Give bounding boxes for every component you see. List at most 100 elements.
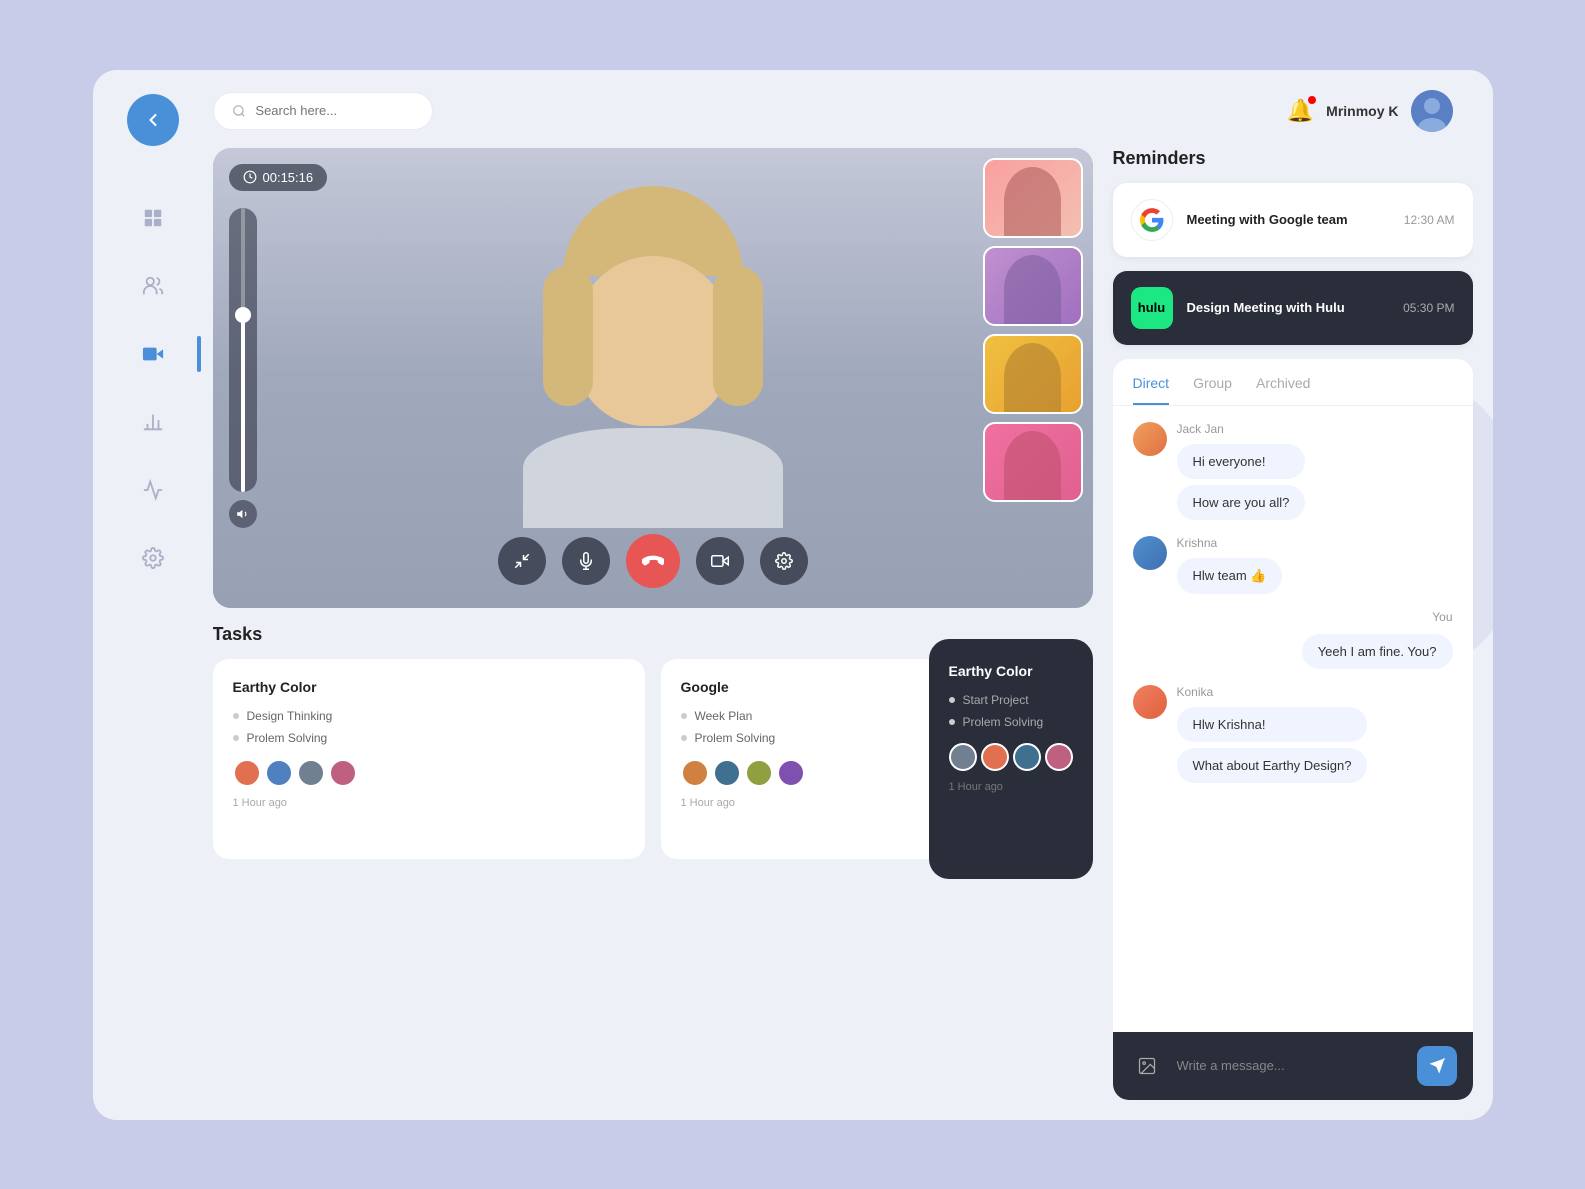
camera-button[interactable]: [696, 537, 744, 585]
task-avatar: [777, 759, 805, 787]
sidebar-item-settings[interactable]: [133, 538, 173, 578]
user-profile: 🔔 Mrinmoy K: [1287, 90, 1453, 132]
volume-icon[interactable]: [229, 500, 257, 528]
thumbnail-1[interactable]: [983, 158, 1083, 238]
reminder-hulu-info: Design Meeting with Hulu: [1187, 300, 1390, 315]
chat-section: Direct Group Archived Jack Jan: [1113, 359, 1473, 1100]
google-logo: [1131, 199, 1173, 241]
sidebar-item-dashboard[interactable]: [133, 198, 173, 238]
message-group-konika: Konika Hlw Krishna! What about Earthy De…: [1133, 685, 1453, 783]
video-person-figure: [483, 186, 823, 528]
app-container: 🔔 Mrinmoy K: [93, 70, 1493, 1120]
search-icon: [232, 103, 246, 119]
task-avatar: [297, 759, 325, 787]
task-avatar: [681, 759, 709, 787]
message-row-krishna: Krishna Hlw team 👍: [1133, 536, 1453, 594]
message-row-konika: Konika Hlw Krishna! What about Earthy De…: [1133, 685, 1453, 783]
task-card-3-avatars: [949, 743, 1073, 771]
hulu-logo: hulu: [1131, 287, 1173, 329]
timer-badge: 00:15:16: [229, 164, 328, 191]
settings-button[interactable]: [760, 537, 808, 585]
task-card-3-items: Start Project Prolem Solving: [949, 693, 1073, 729]
tab-direct[interactable]: Direct: [1133, 375, 1170, 405]
reminder-google[interactable]: Meeting with Google team 12:30 AM: [1113, 183, 1473, 257]
message-input[interactable]: [1177, 1058, 1405, 1073]
tab-group[interactable]: Group: [1193, 375, 1232, 405]
end-call-button[interactable]: [626, 534, 680, 588]
message-group-jackjan: Jack Jan Hi everyone! How are you all?: [1133, 422, 1453, 520]
back-button[interactable]: [127, 94, 179, 146]
volume-control[interactable]: [229, 208, 257, 528]
reminder-google-time: 12:30 AM: [1404, 213, 1455, 227]
task-avatar: [233, 759, 261, 787]
bubbles-konika: Hlw Krishna! What about Earthy Design?: [1177, 707, 1368, 783]
sidebar-item-video[interactable]: [133, 334, 173, 374]
thumbnail-3[interactable]: [983, 334, 1083, 414]
thumbnail-4[interactable]: [983, 422, 1083, 502]
task-card-1-avatars: [233, 759, 625, 787]
message-group-you: You Yeeh I am fine. You?: [1133, 610, 1453, 669]
notification-bell-button[interactable]: 🔔: [1287, 98, 1314, 124]
face: [573, 256, 733, 426]
sender-jackjan: Jack Jan: [1177, 422, 1306, 436]
reminder-hulu-time: 05:30 PM: [1403, 301, 1454, 315]
mic-button[interactable]: [562, 537, 610, 585]
timer-display: 00:15:16: [263, 170, 314, 185]
clock-icon: [243, 170, 257, 184]
task-avatar: [1045, 743, 1073, 771]
sender-konika: Konika: [1177, 685, 1368, 699]
message-input-area: [1113, 1032, 1473, 1100]
task-card-3[interactable]: Earthy Color Start Project Prolem Solvin…: [929, 639, 1093, 879]
image-attach-button[interactable]: [1129, 1048, 1165, 1084]
volume-handle[interactable]: [235, 307, 251, 323]
reminder-google-info: Meeting with Google team: [1187, 212, 1390, 227]
hair-right: [713, 266, 763, 406]
task-card-1-time: 1 Hour ago: [233, 797, 625, 809]
hair-left: [543, 266, 593, 406]
sidebar-item-chart-bar[interactable]: [133, 402, 173, 442]
tasks-section: Tasks Earthy Color Design Thinking Prole…: [213, 624, 1093, 1100]
bubble: How are you all?: [1177, 485, 1306, 520]
sidebar-item-users[interactable]: [133, 266, 173, 306]
left-panel: 00:15:16: [213, 148, 1093, 1100]
volume-slider[interactable]: [229, 208, 257, 492]
task-avatar: [265, 759, 293, 787]
task-card-1[interactable]: Earthy Color Design Thinking Prolem Solv…: [213, 659, 645, 859]
sender-krishna: Krishna: [1177, 536, 1283, 550]
task-avatar: [745, 759, 773, 787]
volume-fill: [241, 321, 245, 491]
send-button[interactable]: [1417, 1046, 1457, 1086]
reminder-google-title: Meeting with Google team: [1187, 212, 1390, 227]
chat-messages: Jack Jan Hi everyone! How are you all?: [1113, 406, 1473, 1032]
avatar-jackjan: [1133, 422, 1167, 456]
reminder-hulu-title: Design Meeting with Hulu: [1187, 300, 1390, 315]
task-card-3-title: Earthy Color: [949, 663, 1073, 679]
sidebar-nav: [133, 198, 173, 1096]
thumbnail-2[interactable]: [983, 246, 1083, 326]
chat-tabs: Direct Group Archived: [1113, 359, 1473, 406]
bubble: Hlw team 👍: [1177, 558, 1283, 594]
search-bar[interactable]: [213, 92, 433, 130]
avatar-konika: [1133, 685, 1167, 719]
compress-button[interactable]: [498, 537, 546, 585]
task-avatar: [981, 743, 1009, 771]
task-item: Start Project: [949, 693, 1073, 707]
bubble: Hlw Krishna!: [1177, 707, 1368, 742]
bubbles-krishna: Hlw team 👍: [1177, 558, 1283, 594]
you-label: You: [1432, 610, 1452, 624]
reminder-hulu[interactable]: hulu Design Meeting with Hulu 05:30 PM: [1113, 271, 1473, 345]
bubbles-jackjan: Hi everyone! How are you all?: [1177, 444, 1306, 520]
thumbnail-strip: [983, 158, 1083, 528]
task-avatar: [1013, 743, 1041, 771]
search-input[interactable]: [255, 103, 413, 118]
tab-archived[interactable]: Archived: [1256, 375, 1310, 405]
bubble: Hi everyone!: [1177, 444, 1306, 479]
avatar: [1411, 90, 1453, 132]
task-avatar: [949, 743, 977, 771]
task-item: Design Thinking: [233, 709, 625, 723]
sidebar-item-chart-line[interactable]: [133, 470, 173, 510]
main-content: 🔔 Mrinmoy K: [213, 70, 1493, 1120]
call-controls: [498, 534, 808, 588]
task-avatar: [329, 759, 357, 787]
task-card-1-title: Earthy Color: [233, 679, 625, 695]
